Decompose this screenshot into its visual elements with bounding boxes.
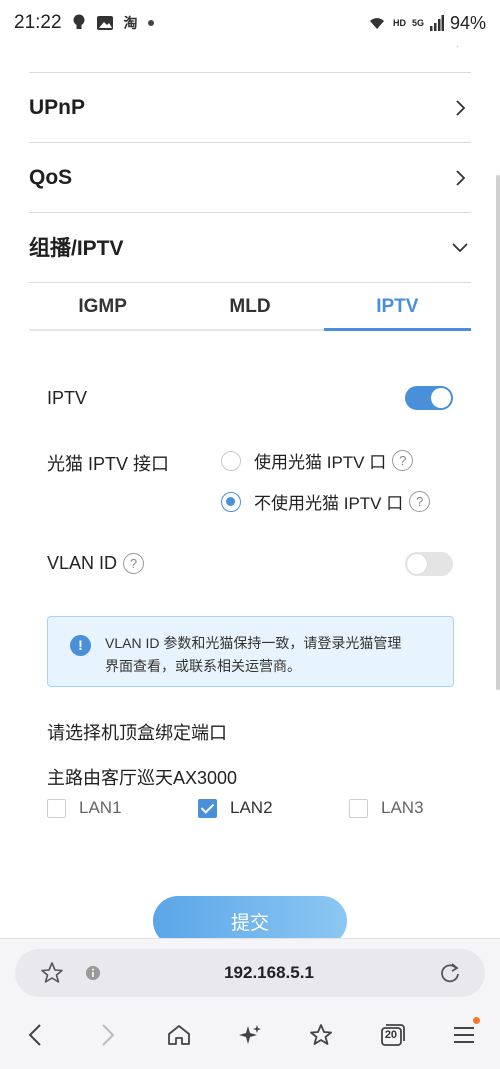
bookmarks-button[interactable] — [301, 1015, 341, 1055]
iptv-toggle[interactable] — [405, 386, 453, 410]
chevron-right-icon — [456, 100, 466, 116]
hd-indicator: HD — [392, 18, 406, 28]
gallery-icon — [96, 16, 113, 30]
tabs-count: 20 — [384, 1029, 398, 1041]
battery-level: 94% — [449, 12, 486, 33]
vlan-id-label: VLAN ID — [47, 553, 118, 573]
radio-label: 不使用光猫 IPTV 口 — [254, 494, 404, 513]
divider — [29, 72, 471, 73]
qos-row[interactable]: QoS — [29, 164, 471, 192]
menu-button[interactable] — [444, 1015, 484, 1055]
arrow-left-icon — [28, 1024, 41, 1046]
checkbox[interactable] — [349, 798, 368, 818]
taobao-icon: 淘 — [123, 15, 138, 31]
network-indicator: 5G — [411, 18, 424, 28]
toggle-knob — [407, 554, 427, 574]
info-text-line-2: 界面查看，或联系相关运营商。 — [105, 658, 301, 674]
browser-toolbar: 192.168.5.1 20 — [0, 938, 500, 1069]
wifi-icon — [369, 18, 384, 29]
bind-port-label: 请选择机顶盒绑定端口 — [47, 723, 227, 743]
info-icon: ! — [70, 635, 91, 656]
multicast-iptv-row[interactable]: 组播/IPTV — [29, 233, 471, 261]
sparkle-icon — [238, 1025, 261, 1044]
port-lan3[interactable]: LAN3 — [349, 798, 424, 818]
tab-mld[interactable]: MLD — [176, 285, 323, 329]
forward-button[interactable] — [87, 1015, 127, 1055]
arrow-right-icon — [102, 1024, 115, 1046]
ai-assist-button[interactable] — [230, 1015, 270, 1055]
lightbulb-icon — [73, 14, 85, 29]
divider — [29, 282, 471, 283]
bookmark-star-icon — [310, 1024, 333, 1045]
modem-iptv-port-label: 光猫 IPTV 接口 — [47, 454, 170, 474]
chevron-right-icon — [456, 170, 466, 186]
scrollbar[interactable] — [496, 175, 500, 690]
home-button[interactable] — [159, 1015, 199, 1055]
browser-nav: 20 — [0, 1015, 500, 1055]
site-info-icon[interactable] — [85, 965, 101, 981]
divider — [29, 212, 471, 213]
upnp-label: UPnP — [29, 96, 86, 119]
port-lan2[interactable]: LAN2 — [198, 798, 273, 818]
info-text-line-1: VLAN ID 参数和光猫保持一致，请登录光猫管理 — [105, 635, 402, 651]
qos-label: QoS — [29, 166, 73, 189]
chevron-down-icon — [452, 243, 468, 253]
tab-igmp[interactable]: IGMP — [29, 285, 176, 329]
radio-label: 使用光猫 IPTV 口 — [254, 453, 387, 472]
router-name: 主路由客厅巡天AX3000 — [47, 768, 238, 788]
notification-dot-icon — [147, 20, 154, 26]
protocol-tabs: IGMP MLD IPTV — [29, 285, 472, 331]
status-time: 21:22 — [14, 12, 62, 33]
signal-icon — [429, 15, 444, 31]
port-label: LAN1 — [79, 798, 122, 817]
radio-button[interactable] — [221, 491, 241, 512]
address-bar[interactable]: 192.168.5.1 — [15, 949, 485, 997]
radio-not-use-modem-port[interactable]: 不使用光猫 IPTV 口 ? — [221, 489, 431, 514]
port-lan1[interactable]: LAN1 — [47, 798, 122, 818]
port-label: LAN3 — [381, 798, 424, 817]
vlan-id-row: VLAN ID ? — [47, 553, 145, 574]
notification-badge — [473, 1017, 481, 1024]
radio-button[interactable] — [221, 450, 241, 471]
tabs-button[interactable]: 20 — [373, 1015, 413, 1055]
star-icon[interactable] — [39, 960, 65, 986]
vlan-id-toggle[interactable] — [405, 552, 453, 576]
menu-icon — [454, 1027, 475, 1043]
upnp-row[interactable]: UPnP — [29, 94, 471, 122]
url-text: 192.168.5.1 — [224, 963, 314, 982]
status-bar: 21:22 淘 HD 5G 94% — [0, 0, 500, 46]
vlan-info-alert: ! VLAN ID 参数和光猫保持一致，请登录光猫管理 界面查看，或联系相关运营… — [47, 616, 454, 687]
divider — [29, 142, 471, 143]
radio-use-modem-port[interactable]: 使用光猫 IPTV 口 ? — [221, 448, 414, 473]
multicast-iptv-label: 组播/IPTV — [29, 237, 124, 260]
help-icon[interactable]: ? — [392, 450, 414, 471]
checkbox[interactable] — [198, 798, 217, 818]
tab-iptv[interactable]: IPTV — [323, 285, 472, 331]
home-icon — [167, 1025, 190, 1045]
help-icon[interactable]: ? — [123, 553, 145, 574]
back-button[interactable] — [16, 1015, 56, 1055]
help-icon[interactable]: ? — [409, 491, 431, 512]
checkbox[interactable] — [47, 798, 66, 818]
port-label: LAN2 — [230, 798, 273, 817]
iptv-label: IPTV — [47, 388, 88, 408]
toggle-knob — [431, 388, 451, 408]
reload-icon[interactable] — [437, 960, 463, 986]
